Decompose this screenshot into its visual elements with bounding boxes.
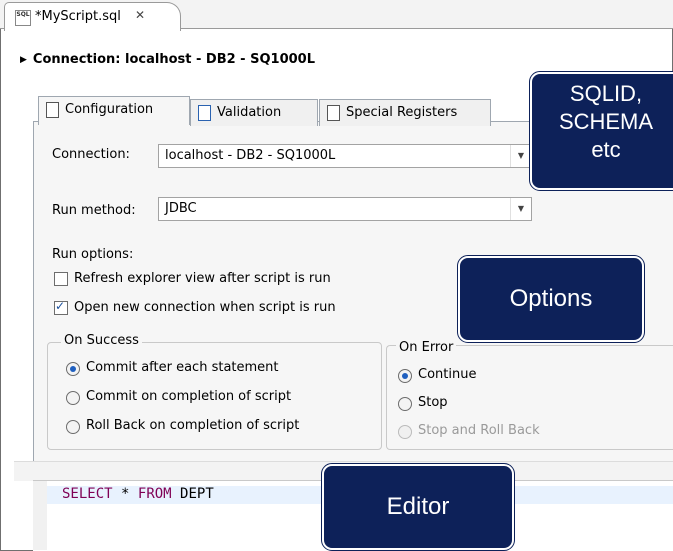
commit-completion-label: Commit on completion of script bbox=[86, 389, 292, 404]
close-icon[interactable]: ✕ bbox=[135, 8, 145, 22]
tab-configuration[interactable]: Configuration bbox=[38, 96, 190, 125]
editor-gutter bbox=[33, 481, 47, 550]
callout-line-3: etc bbox=[591, 137, 621, 162]
tab-configuration-label: Configuration bbox=[65, 102, 154, 117]
rollback-completion-label: Roll Back on completion of script bbox=[86, 418, 300, 433]
connection-header[interactable]: ▶ Connection: localhost - DB2 - SQ1000L bbox=[20, 52, 315, 67]
expand-arrow-icon: ▶ bbox=[20, 55, 27, 65]
tab-validation-label: Validation bbox=[217, 105, 282, 120]
open-new-connection-checkbox[interactable] bbox=[54, 299, 68, 315]
code-star: * bbox=[121, 486, 130, 502]
code-table-name: DEPT bbox=[180, 486, 214, 502]
options-callout-text: Options bbox=[509, 285, 593, 312]
stop-rollback-radio bbox=[398, 425, 412, 439]
continue-radio[interactable] bbox=[398, 369, 412, 383]
tab-special-registers-label: Special Registers bbox=[346, 105, 458, 120]
callout-line-2: SCHEMA bbox=[558, 109, 654, 134]
chevron-down-icon: ▼ bbox=[510, 198, 531, 220]
editor-tab-myscript[interactable]: SQL *MyScript.sql ✕ bbox=[4, 2, 181, 31]
commit-each-radio[interactable] bbox=[66, 362, 80, 376]
connection-label: Connection: bbox=[52, 147, 130, 162]
options-callout: Options bbox=[430, 255, 645, 343]
editor-tab-title: *MyScript.sql bbox=[35, 9, 121, 24]
refresh-explorer-checkbox[interactable] bbox=[54, 272, 68, 286]
run-options-label: Run options: bbox=[52, 247, 134, 262]
stop-label: Stop bbox=[418, 395, 448, 410]
editor-callout: Editor bbox=[290, 463, 515, 551]
commit-each-label: Commit after each statement bbox=[86, 360, 279, 375]
stop-radio[interactable] bbox=[398, 397, 412, 411]
open-new-connection-label: Open new connection when script is run bbox=[74, 300, 336, 315]
run-method-select-value: JDBC bbox=[165, 201, 197, 216]
chevron-down-icon: ▼ bbox=[510, 145, 531, 167]
validation-icon bbox=[198, 105, 211, 121]
special-registers-callout: SQLID, SCHEMA etc bbox=[492, 71, 673, 191]
keyword-select: SELECT bbox=[62, 486, 113, 502]
callout-line-1: SQLID, bbox=[569, 81, 643, 106]
commit-completion-radio[interactable] bbox=[66, 391, 80, 405]
tab-special-registers[interactable]: Special Registers bbox=[319, 99, 491, 126]
sql-code-line[interactable]: SELECT * FROM DEPT bbox=[62, 486, 214, 502]
connection-header-text: Connection: localhost - DB2 - SQ1000L bbox=[32, 52, 315, 67]
keyword-from: FROM bbox=[137, 486, 172, 502]
run-method-label: Run method: bbox=[52, 203, 136, 218]
tab-validation[interactable]: Validation bbox=[190, 99, 318, 126]
editor-callout-text: Editor bbox=[386, 493, 450, 520]
continue-label: Continue bbox=[418, 367, 477, 382]
on-error-title: On Error bbox=[396, 340, 457, 355]
rollback-completion-radio[interactable] bbox=[66, 420, 80, 434]
on-success-title: On Success bbox=[61, 333, 142, 348]
refresh-explorer-label: Refresh explorer view after script is ru… bbox=[74, 271, 331, 286]
connection-select-value: localhost - DB2 - SQ1000L bbox=[165, 148, 336, 163]
sql-file-icon: SQL bbox=[15, 10, 31, 26]
stop-rollback-label: Stop and Roll Back bbox=[418, 423, 540, 438]
connection-select[interactable]: localhost - DB2 - SQ1000L ▼ bbox=[158, 144, 532, 168]
document-icon bbox=[46, 102, 59, 118]
run-method-select[interactable]: JDBC ▼ bbox=[158, 197, 532, 221]
registers-icon bbox=[327, 105, 340, 121]
